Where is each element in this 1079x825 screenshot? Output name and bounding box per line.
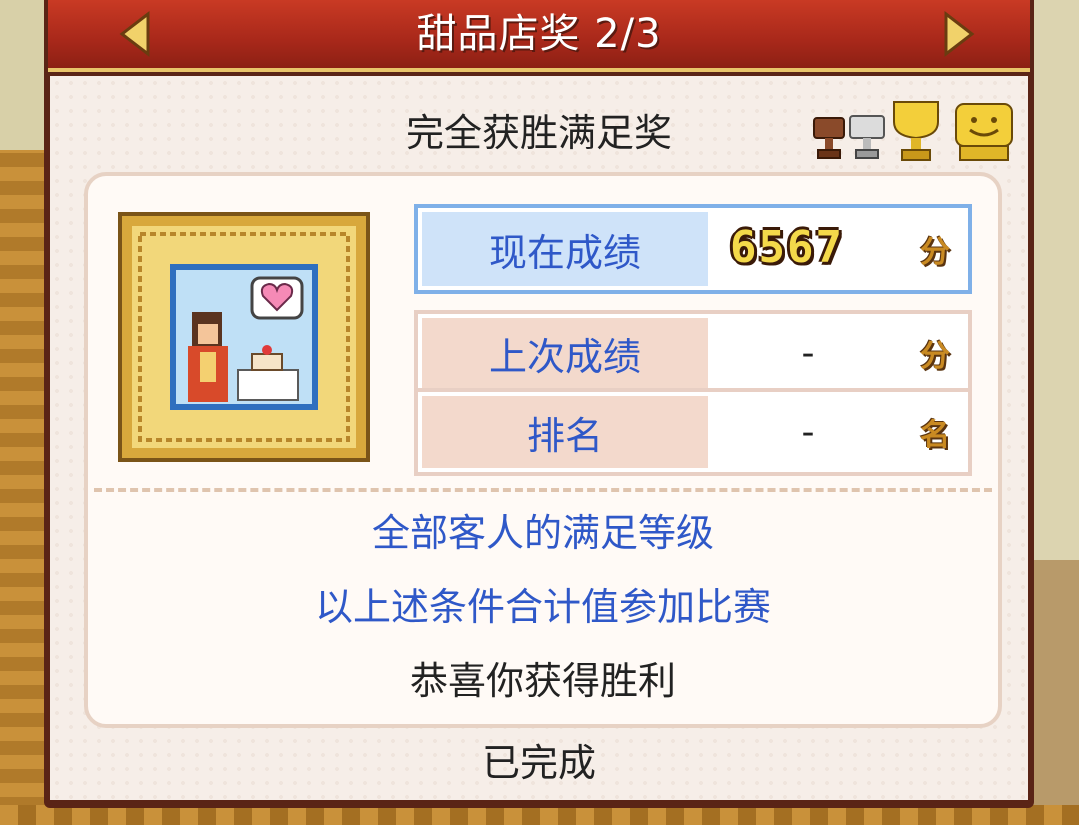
rank-label: 排名	[422, 396, 708, 468]
rank-value: -	[801, 411, 815, 453]
dashed-divider	[94, 488, 992, 492]
award-window: 甜品店奖 2/3 完全获胜满足奖 现在成绩 6567 分 上次成绩 - 分 排名…	[44, 0, 1034, 808]
award-portrait	[118, 212, 370, 462]
silver-trophy-icon	[849, 115, 885, 159]
chef-character	[188, 312, 228, 402]
background-right-wall	[1031, 0, 1079, 825]
next-award-button[interactable]	[936, 10, 980, 58]
page-title: 甜品店奖 2/3	[416, 11, 662, 57]
award-panel: 完全获胜满足奖 现在成绩 6567 分 上次成绩 - 分 排名 - 名 全部客人…	[50, 76, 1028, 800]
background-left-shelf	[0, 150, 48, 825]
background-floor	[0, 805, 1079, 825]
points-icon: 分	[920, 235, 950, 270]
triangle-right-icon	[944, 10, 975, 58]
congrats-text: 恭喜你获得胜利	[409, 659, 676, 703]
completion-status: 已完成	[481, 741, 596, 785]
background-left-wall	[0, 0, 48, 150]
heart-bubble-icon	[250, 276, 304, 320]
current-score-label: 现在成绩	[422, 212, 708, 286]
current-score-value: 6567	[730, 222, 844, 273]
smiley-trophy-icon	[955, 103, 1013, 161]
bronze-trophy-icon	[813, 117, 845, 159]
trophy-row	[813, 101, 1013, 161]
points-icon: 分	[920, 339, 950, 374]
last-score-label: 上次成绩	[422, 318, 708, 388]
gold-trophy-icon	[893, 101, 939, 161]
last-score-row: 上次成绩 - 分	[414, 310, 972, 392]
rank-icon: 名	[920, 418, 950, 453]
description-line-1: 全部客人的满足等级	[371, 511, 714, 555]
award-details: 现在成绩 6567 分 上次成绩 - 分 排名 - 名 全部客人的满足等级 以上…	[84, 172, 1002, 728]
rank-row: 排名 - 名	[414, 388, 972, 476]
title-bar: 甜品店奖 2/3	[48, 0, 1030, 72]
description-line-2: 以上述条件合计值参加比赛	[314, 585, 771, 629]
last-score-value: -	[801, 332, 815, 374]
current-score-row: 现在成绩 6567 分	[414, 204, 972, 294]
